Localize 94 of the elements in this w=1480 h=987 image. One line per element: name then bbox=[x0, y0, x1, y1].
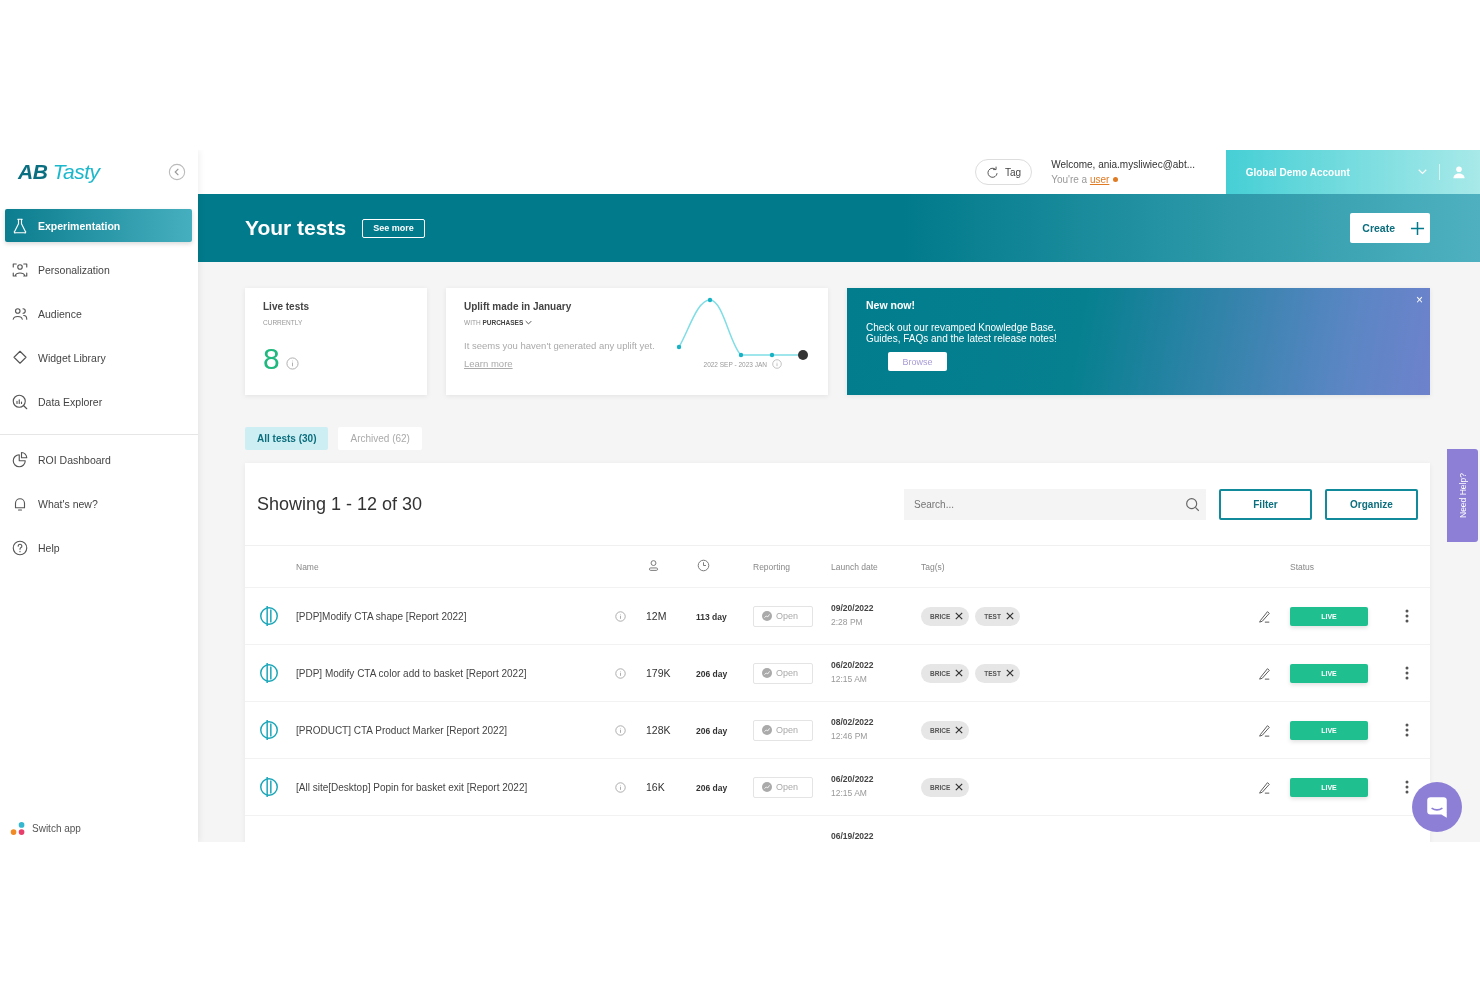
magnifier-chart-icon bbox=[11, 392, 29, 411]
split-circle-icon bbox=[258, 662, 280, 684]
sidebar-item[interactable]: Widget Library bbox=[5, 341, 192, 374]
card-title: Live tests bbox=[263, 301, 311, 312]
table-cell: 179K bbox=[646, 667, 671, 679]
chevron-down-icon bbox=[1418, 169, 1427, 175]
table-cell: 113 day bbox=[696, 611, 727, 622]
plus-icon bbox=[1411, 221, 1424, 235]
uplift-message: It seems you haven't generated any uplift yet. bbox=[464, 339, 656, 353]
launch-time: 2:28 PM bbox=[831, 617, 864, 627]
launch-time: 12:15 AM bbox=[831, 674, 868, 684]
welcome-text: Welcome, ania.mysliwiec@abt... bbox=[1051, 158, 1197, 172]
close-button[interactable]: × bbox=[1416, 293, 1423, 307]
close-icon[interactable] bbox=[1005, 669, 1014, 677]
split-circle-icon bbox=[258, 776, 280, 798]
create-button[interactable]: Create bbox=[1350, 213, 1430, 243]
table-cell: 12M bbox=[646, 610, 667, 622]
table-cell: 206 day bbox=[696, 782, 728, 793]
person-icon bbox=[647, 559, 660, 572]
test-name-link[interactable]: [PDP] Modify CTA color add to basket [Report 2022] bbox=[296, 667, 527, 679]
page-title: Your tests bbox=[245, 216, 347, 240]
more-options-icon[interactable] bbox=[1405, 609, 1409, 623]
status-dot-icon bbox=[1113, 177, 1119, 182]
split-circle-icon bbox=[258, 719, 280, 741]
sidebar-item[interactable]: Personalization bbox=[5, 253, 192, 286]
table-cell: 128K bbox=[646, 724, 671, 736]
organize-button[interactable]: Organize bbox=[1325, 488, 1418, 520]
clock-icon bbox=[697, 559, 710, 572]
test-name-link[interactable]: [PRODUCT] CTA Product Marker [Report 2022] bbox=[296, 724, 507, 736]
need-help-tab[interactable]: Need Help? bbox=[1447, 449, 1478, 542]
sidebar-item[interactable]: What's new? bbox=[5, 487, 192, 520]
table-cell: 206 day bbox=[696, 668, 728, 679]
launch-date: 08/02/2022 bbox=[831, 717, 875, 727]
flask-icon bbox=[11, 216, 29, 235]
chat-icon bbox=[1424, 794, 1450, 820]
sidebar-item[interactable]: Experimentation bbox=[5, 209, 192, 242]
search-field[interactable]: Search... bbox=[904, 488, 1206, 520]
split-circle-icon bbox=[258, 605, 280, 627]
logo: AB Tasty bbox=[18, 160, 100, 184]
sidebar-item[interactable]: ROI Dashboard bbox=[5, 443, 192, 476]
pie-chart-icon bbox=[11, 450, 29, 469]
table-cell: 16K bbox=[646, 781, 665, 793]
close-icon[interactable] bbox=[955, 726, 964, 734]
column-header: Name bbox=[296, 561, 320, 572]
close-icon[interactable] bbox=[955, 612, 964, 620]
table-cell: 206 day bbox=[696, 725, 728, 736]
report-icon bbox=[762, 725, 772, 735]
launch-time: 12:46 PM bbox=[831, 731, 869, 741]
switch-app-link[interactable]: Switch app bbox=[0, 821, 198, 842]
pen-icon[interactable] bbox=[1257, 780, 1271, 794]
sidebar-item[interactable]: Help bbox=[5, 531, 192, 564]
launch-date: 06/20/2022 bbox=[831, 660, 875, 670]
filter-button[interactable]: Filter bbox=[1219, 488, 1312, 520]
sidebar-item[interactable]: Audience bbox=[5, 297, 192, 330]
chat-button[interactable] bbox=[1412, 782, 1462, 832]
chevron-down-icon bbox=[525, 320, 533, 325]
column-header: Reporting bbox=[753, 561, 791, 572]
close-icon[interactable] bbox=[955, 783, 964, 791]
report-icon bbox=[762, 611, 772, 621]
dots-icon bbox=[10, 821, 26, 836]
help-icon bbox=[11, 538, 29, 557]
tab[interactable]: All tests (30) bbox=[245, 427, 329, 450]
search-icon[interactable] bbox=[1185, 496, 1200, 512]
widget-icon bbox=[11, 348, 29, 367]
launch-date: 09/20/2022 bbox=[831, 603, 875, 613]
sidebar-item[interactable]: Data Explorer bbox=[5, 385, 192, 418]
refresh-icon bbox=[986, 165, 999, 179]
column-header: Launch date bbox=[831, 561, 879, 572]
more-options-icon[interactable] bbox=[1405, 723, 1409, 737]
report-icon bbox=[762, 668, 772, 678]
column-header: Status bbox=[1290, 561, 1316, 572]
close-icon[interactable] bbox=[1005, 612, 1014, 620]
role-text: You're a bbox=[1051, 173, 1088, 187]
see-more-button[interactable]: See more bbox=[362, 218, 425, 238]
pen-icon[interactable] bbox=[1257, 723, 1271, 737]
launch-time: 12:15 AM bbox=[831, 788, 868, 798]
close-icon[interactable] bbox=[955, 669, 964, 677]
pen-icon[interactable] bbox=[1257, 609, 1271, 623]
column-header: Tag(s) bbox=[921, 561, 946, 572]
card-title: Uplift made in January bbox=[464, 301, 573, 312]
live-count: 8 bbox=[263, 342, 280, 376]
pen-icon[interactable] bbox=[1257, 666, 1271, 680]
news-text: Check out our revamped Knowledge Base. Guides, FAQs and the latest release notes! bbox=[866, 322, 1058, 344]
results-count: Showing 1 - 12 of 30 bbox=[257, 493, 423, 515]
launch-date: 06/19/2022 bbox=[831, 831, 875, 841]
test-name-link[interactable]: [All site[Desktop] Popin for basket exit [Report 2022] bbox=[296, 781, 528, 793]
tag-button[interactable]: Tag bbox=[975, 159, 1033, 185]
news-title: New now! bbox=[866, 299, 916, 311]
launch-date: 06/20/2022 bbox=[831, 774, 875, 784]
report-icon bbox=[762, 782, 772, 792]
more-options-icon[interactable] bbox=[1405, 780, 1409, 794]
person-icon bbox=[11, 260, 29, 279]
test-name-link[interactable]: [PDP]Modify CTA shape [Report 2022] bbox=[296, 610, 467, 622]
more-options-icon[interactable] bbox=[1405, 666, 1409, 680]
